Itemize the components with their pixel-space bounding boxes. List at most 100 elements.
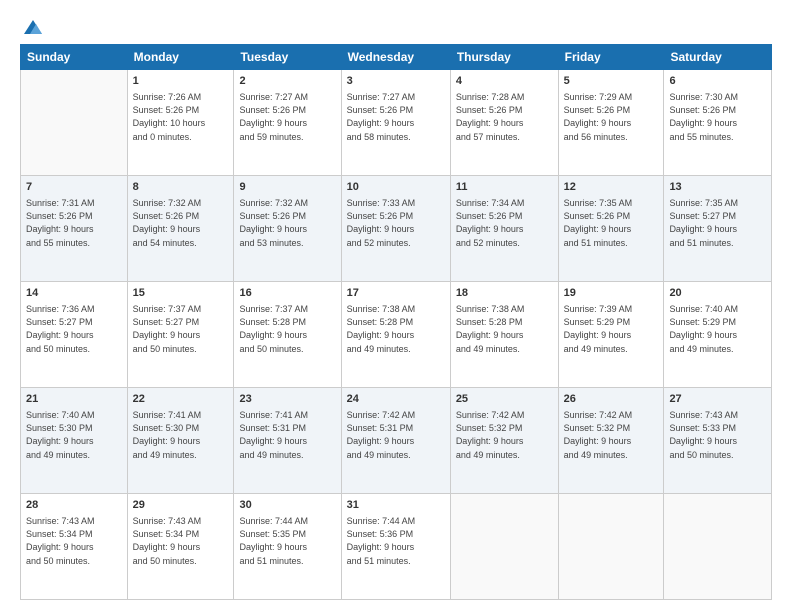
day-cell bbox=[664, 494, 772, 600]
week-row-3: 14 Sunrise: 7:36 AM Sunset: 5:27 PM Dayli… bbox=[21, 282, 772, 388]
day-info: Sunrise: 7:37 AM Sunset: 5:27 PM Dayligh… bbox=[133, 303, 229, 355]
day-number: 11 bbox=[456, 180, 553, 195]
day-info: Sunrise: 7:40 AM Sunset: 5:30 PM Dayligh… bbox=[26, 409, 122, 461]
day-cell: 31 Sunrise: 7:44 AM Sunset: 5:36 PM Dayli… bbox=[341, 494, 450, 600]
day-info: Sunrise: 7:32 AM Sunset: 5:26 PM Dayligh… bbox=[133, 197, 229, 249]
day-number: 24 bbox=[347, 392, 445, 407]
day-cell: 19 Sunrise: 7:39 AM Sunset: 5:29 PM Dayli… bbox=[558, 282, 664, 388]
week-row-5: 28 Sunrise: 7:43 AM Sunset: 5:34 PM Dayli… bbox=[21, 494, 772, 600]
day-cell: 2Sunrise: 7:27 AM Sunset: 5:26 PM Daylig… bbox=[234, 70, 341, 176]
day-number: 8 bbox=[133, 180, 229, 195]
day-info: Sunrise: 7:43 AM Sunset: 5:33 PM Dayligh… bbox=[669, 409, 766, 461]
day-info: Sunrise: 7:43 AM Sunset: 5:34 PM Dayligh… bbox=[133, 515, 229, 567]
day-cell: 1 Sunrise: 7:26 AM Sunset: 5:26 PM Daylig… bbox=[127, 70, 234, 176]
weekday-sunday: Sunday bbox=[21, 45, 128, 70]
day-cell: 28 Sunrise: 7:43 AM Sunset: 5:34 PM Dayli… bbox=[21, 494, 128, 600]
day-cell bbox=[21, 70, 128, 176]
page: SundayMondayTuesdayWednesdayThursdayFrid… bbox=[0, 0, 792, 612]
weekday-header-row: SundayMondayTuesdayWednesdayThursdayFrid… bbox=[21, 45, 772, 70]
day-cell: 20 Sunrise: 7:40 AM Sunset: 5:29 PM Dayli… bbox=[664, 282, 772, 388]
week-row-4: 21 Sunrise: 7:40 AM Sunset: 5:30 PM Dayli… bbox=[21, 388, 772, 494]
day-info: Sunrise: 7:44 AM Sunset: 5:36 PM Dayligh… bbox=[347, 515, 445, 567]
day-cell: 11 Sunrise: 7:34 AM Sunset: 5:26 PM Dayli… bbox=[450, 176, 558, 282]
day-info: Sunrise: 7:42 AM Sunset: 5:31 PM Dayligh… bbox=[347, 409, 445, 461]
day-number: 14 bbox=[26, 286, 122, 301]
day-number: 12 bbox=[564, 180, 659, 195]
day-cell: 29Sunrise: 7:43 AM Sunset: 5:34 PM Dayli… bbox=[127, 494, 234, 600]
day-number: 21 bbox=[26, 392, 122, 407]
day-cell: 17Sunrise: 7:38 AM Sunset: 5:28 PM Dayli… bbox=[341, 282, 450, 388]
day-number: 6 bbox=[669, 74, 766, 89]
day-cell: 13Sunrise: 7:35 AM Sunset: 5:27 PM Dayli… bbox=[664, 176, 772, 282]
weekday-friday: Friday bbox=[558, 45, 664, 70]
day-number: 20 bbox=[669, 286, 766, 301]
day-cell: 18 Sunrise: 7:38 AM Sunset: 5:28 PM Dayli… bbox=[450, 282, 558, 388]
day-cell: 7 Sunrise: 7:31 AM Sunset: 5:26 PM Daylig… bbox=[21, 176, 128, 282]
logo bbox=[20, 16, 44, 34]
day-number: 19 bbox=[564, 286, 659, 301]
day-info: Sunrise: 7:44 AM Sunset: 5:35 PM Dayligh… bbox=[239, 515, 335, 567]
day-info: Sunrise: 7:28 AM Sunset: 5:26 PM Dayligh… bbox=[456, 91, 553, 143]
day-cell: 10 Sunrise: 7:33 AM Sunset: 5:26 PM Dayli… bbox=[341, 176, 450, 282]
day-info: Sunrise: 7:38 AM Sunset: 5:28 PM Dayligh… bbox=[456, 303, 553, 355]
day-cell: 6 Sunrise: 7:30 AM Sunset: 5:26 PM Daylig… bbox=[664, 70, 772, 176]
day-cell: 15 Sunrise: 7:37 AM Sunset: 5:27 PM Dayli… bbox=[127, 282, 234, 388]
day-cell: 30Sunrise: 7:44 AM Sunset: 5:35 PM Dayli… bbox=[234, 494, 341, 600]
day-number: 28 bbox=[26, 498, 122, 513]
day-number: 10 bbox=[347, 180, 445, 195]
day-cell: 12 Sunrise: 7:35 AM Sunset: 5:26 PM Dayli… bbox=[558, 176, 664, 282]
day-cell: 26 Sunrise: 7:42 AM Sunset: 5:32 PM Dayli… bbox=[558, 388, 664, 494]
day-number: 4 bbox=[456, 74, 553, 89]
day-number: 31 bbox=[347, 498, 445, 513]
day-cell: 3 Sunrise: 7:27 AM Sunset: 5:26 PM Daylig… bbox=[341, 70, 450, 176]
day-cell bbox=[450, 494, 558, 600]
day-number: 2 bbox=[239, 74, 335, 89]
day-cell bbox=[558, 494, 664, 600]
day-info: Sunrise: 7:34 AM Sunset: 5:26 PM Dayligh… bbox=[456, 197, 553, 249]
weekday-thursday: Thursday bbox=[450, 45, 558, 70]
day-number: 7 bbox=[26, 180, 122, 195]
logo-icon bbox=[22, 16, 44, 38]
weekday-saturday: Saturday bbox=[664, 45, 772, 70]
weekday-monday: Monday bbox=[127, 45, 234, 70]
day-info: Sunrise: 7:41 AM Sunset: 5:31 PM Dayligh… bbox=[239, 409, 335, 461]
day-cell: 16Sunrise: 7:37 AM Sunset: 5:28 PM Dayli… bbox=[234, 282, 341, 388]
day-cell: 22Sunrise: 7:41 AM Sunset: 5:30 PM Dayli… bbox=[127, 388, 234, 494]
day-cell: 25 Sunrise: 7:42 AM Sunset: 5:32 PM Dayli… bbox=[450, 388, 558, 494]
day-info: Sunrise: 7:29 AM Sunset: 5:26 PM Dayligh… bbox=[564, 91, 659, 143]
day-info: Sunrise: 7:43 AM Sunset: 5:34 PM Dayligh… bbox=[26, 515, 122, 567]
day-info: Sunrise: 7:42 AM Sunset: 5:32 PM Dayligh… bbox=[456, 409, 553, 461]
day-cell: 8 Sunrise: 7:32 AM Sunset: 5:26 PM Daylig… bbox=[127, 176, 234, 282]
day-cell: 23 Sunrise: 7:41 AM Sunset: 5:31 PM Dayli… bbox=[234, 388, 341, 494]
day-info: Sunrise: 7:39 AM Sunset: 5:29 PM Dayligh… bbox=[564, 303, 659, 355]
day-info: Sunrise: 7:35 AM Sunset: 5:26 PM Dayligh… bbox=[564, 197, 659, 249]
day-number: 23 bbox=[239, 392, 335, 407]
day-number: 27 bbox=[669, 392, 766, 407]
day-cell: 4 Sunrise: 7:28 AM Sunset: 5:26 PM Daylig… bbox=[450, 70, 558, 176]
day-cell: 24 Sunrise: 7:42 AM Sunset: 5:31 PM Dayli… bbox=[341, 388, 450, 494]
day-info: Sunrise: 7:42 AM Sunset: 5:32 PM Dayligh… bbox=[564, 409, 659, 461]
day-info: Sunrise: 7:33 AM Sunset: 5:26 PM Dayligh… bbox=[347, 197, 445, 249]
day-info: Sunrise: 7:37 AM Sunset: 5:28 PM Dayligh… bbox=[239, 303, 335, 355]
day-number: 26 bbox=[564, 392, 659, 407]
day-number: 18 bbox=[456, 286, 553, 301]
day-info: Sunrise: 7:26 AM Sunset: 5:26 PM Dayligh… bbox=[133, 91, 229, 143]
day-info: Sunrise: 7:32 AM Sunset: 5:26 PM Dayligh… bbox=[239, 197, 335, 249]
day-info: Sunrise: 7:30 AM Sunset: 5:26 PM Dayligh… bbox=[669, 91, 766, 143]
day-info: Sunrise: 7:36 AM Sunset: 5:27 PM Dayligh… bbox=[26, 303, 122, 355]
day-cell: 27 Sunrise: 7:43 AM Sunset: 5:33 PM Dayli… bbox=[664, 388, 772, 494]
day-info: Sunrise: 7:27 AM Sunset: 5:26 PM Dayligh… bbox=[347, 91, 445, 143]
header bbox=[20, 16, 772, 34]
day-cell: 21 Sunrise: 7:40 AM Sunset: 5:30 PM Dayli… bbox=[21, 388, 128, 494]
day-info: Sunrise: 7:31 AM Sunset: 5:26 PM Dayligh… bbox=[26, 197, 122, 249]
day-number: 9 bbox=[239, 180, 335, 195]
day-number: 13 bbox=[669, 180, 766, 195]
day-number: 25 bbox=[456, 392, 553, 407]
day-info: Sunrise: 7:40 AM Sunset: 5:29 PM Dayligh… bbox=[669, 303, 766, 355]
day-number: 3 bbox=[347, 74, 445, 89]
day-number: 1 bbox=[133, 74, 229, 89]
day-cell: 5Sunrise: 7:29 AM Sunset: 5:26 PM Daylig… bbox=[558, 70, 664, 176]
weekday-tuesday: Tuesday bbox=[234, 45, 341, 70]
day-info: Sunrise: 7:41 AM Sunset: 5:30 PM Dayligh… bbox=[133, 409, 229, 461]
day-number: 15 bbox=[133, 286, 229, 301]
